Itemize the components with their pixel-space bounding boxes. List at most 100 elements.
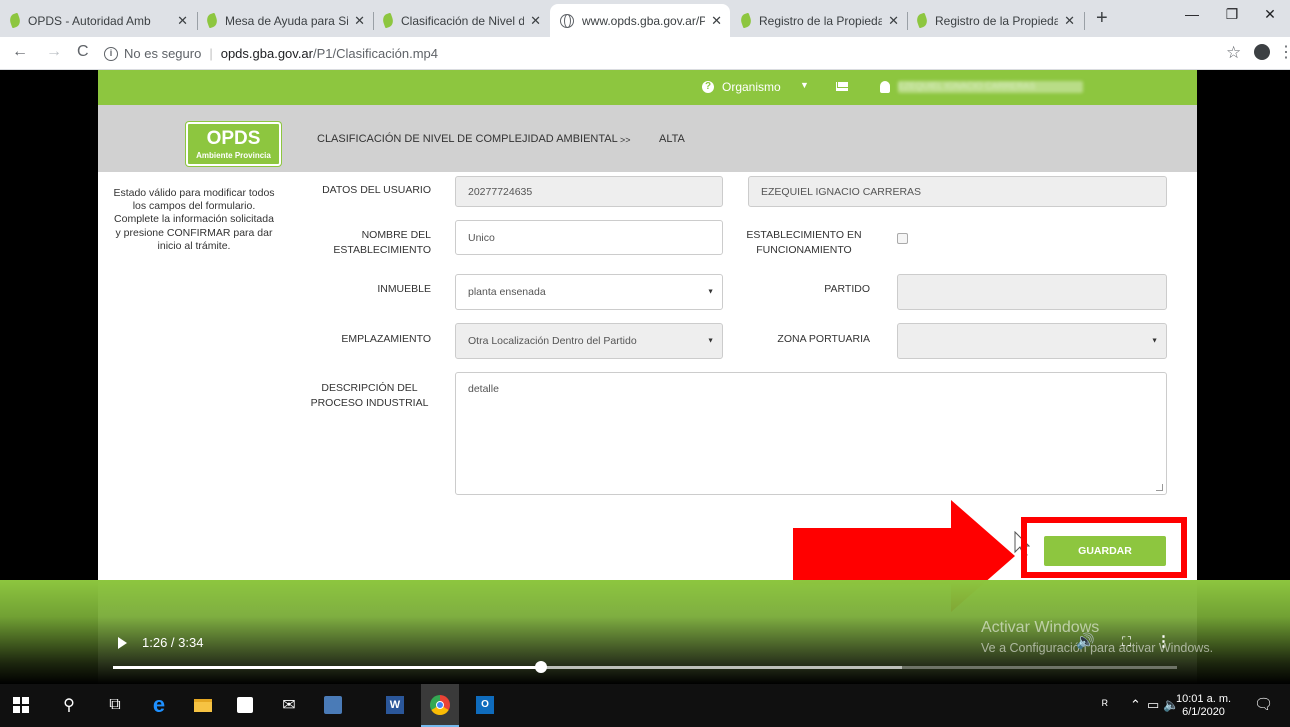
partido-label: PARTIDO	[824, 283, 870, 295]
leaf-icon	[8, 12, 22, 29]
tab-title: Registro de la Propieda	[759, 13, 883, 28]
browser-tab-active[interactable]: www.opds.gba.gov.ar/P ✕	[550, 4, 730, 37]
nombre-establecimiento-label: NOMBRE DEL ESTABLECIMIENTO	[333, 229, 431, 256]
fullscreen-icon[interactable]: ⛶	[1122, 634, 1131, 650]
emplazamiento-label: EMPLAZAMIENTO	[341, 333, 431, 345]
resize-handle-icon[interactable]	[1156, 484, 1163, 491]
volume-icon[interactable]: 🔊	[1076, 632, 1095, 650]
close-icon[interactable]: ✕	[354, 13, 365, 29]
breadcrumb-separator: >>	[620, 135, 631, 145]
browser-tab[interactable]: Clasificación de Nivel d ✕	[373, 4, 549, 37]
taskbar-clock[interactable]: 10:01 a. m. 6/1/2020	[1176, 693, 1231, 719]
close-icon[interactable]: ✕	[530, 13, 541, 29]
leaf-icon	[739, 12, 753, 29]
tab-title: Clasificación de Nivel d	[401, 13, 525, 28]
tab-title: www.opds.gba.gov.ar/P	[582, 13, 706, 28]
user-name-field: EZEQUIEL IGNACIO CARRERAS	[748, 176, 1167, 207]
close-icon[interactable]: ✕	[1064, 13, 1075, 29]
task-view-icon[interactable]: ⧉	[102, 692, 128, 718]
zona-portuaria-select[interactable]: ▼	[897, 323, 1167, 359]
window-close-icon[interactable]: ✕	[1258, 6, 1282, 23]
more-options-icon[interactable]: ⋮	[1156, 632, 1171, 650]
outlook-icon[interactable]: O	[472, 692, 498, 718]
tab-title: OPDS - Autoridad Amb	[28, 13, 151, 28]
windows-start-icon[interactable]	[8, 692, 34, 718]
leaf-icon	[381, 12, 395, 29]
video-time: 1:26 / 3:34	[142, 635, 204, 650]
minimize-icon[interactable]: —	[1180, 6, 1204, 22]
app-icon[interactable]	[320, 692, 346, 718]
clock-date: 6/1/2020	[1182, 706, 1225, 718]
bookmark-star-icon[interactable]: ☆	[1226, 43, 1241, 63]
caret-down-icon: ▼	[707, 288, 714, 296]
restore-icon[interactable]: ❐	[1220, 6, 1244, 23]
file-explorer-icon[interactable]	[190, 692, 216, 718]
breadcrumb-current: ALTA	[659, 133, 685, 145]
logo-text: OPDS	[206, 128, 261, 149]
en-funcionamiento-label: ESTABLECIMIENTO EN FUNCIONAMIENTO	[746, 229, 862, 256]
zona-portuaria-label: ZONA PORTUARIA	[777, 333, 870, 345]
people-icon[interactable]: ᴿ	[1102, 697, 1108, 712]
partido-field	[897, 274, 1167, 310]
breadcrumb-section: CLASIFICACIÓN DE NIVEL DE COMPLEJIDAD AM…	[317, 133, 618, 145]
chrome-icon[interactable]	[427, 692, 453, 718]
opds-logo[interactable]: OPDS Ambiente Provincia	[186, 122, 281, 166]
browser-tab[interactable]: OPDS - Autoridad Amb ✕	[0, 4, 196, 37]
cuit-field: 20277724635	[455, 176, 723, 207]
help-text: Estado válido para modificar todos los c…	[113, 187, 275, 252]
close-icon[interactable]: ✕	[177, 13, 188, 29]
close-icon[interactable]: ✕	[711, 13, 722, 29]
organismo-menu[interactable]: Organismo	[722, 80, 781, 94]
browser-toolbar: ← → C i No es seguro | opds.gba.gov.ar/P…	[0, 37, 1290, 70]
url-host: opds.gba.gov.ar	[220, 46, 313, 61]
account-avatar-icon[interactable]	[1254, 44, 1270, 60]
browser-tab[interactable]: Registro de la Propieda ✕	[907, 4, 1083, 37]
play-icon[interactable]	[118, 637, 127, 649]
activate-windows-subtitle: Ve a Configuración para activar Windows.	[981, 641, 1214, 655]
descripcion-label: DESCRIPCIÓN DEL PROCESO INDUSTRIAL	[310, 382, 429, 409]
browser-tab-strip: OPDS - Autoridad Amb ✕ Mesa de Ayuda par…	[0, 0, 1290, 37]
url-path: /P1/Clasificación.mp4	[313, 46, 438, 61]
forward-arrow-icon[interactable]: →	[46, 43, 62, 61]
store-icon[interactable]	[232, 692, 258, 718]
emplazamiento-select[interactable]: Otra Localización Dentro del Partido ▼	[455, 323, 723, 359]
word-icon[interactable]: W	[382, 692, 408, 718]
browser-tab[interactable]: Registro de la Propieda ✕	[731, 4, 907, 37]
user-icon	[880, 81, 890, 93]
globe-icon	[560, 13, 574, 28]
video-scrubber-handle[interactable]	[535, 661, 547, 673]
search-icon[interactable]: ⚲	[56, 692, 82, 718]
notifications-icon[interactable]: 🗨	[1254, 695, 1273, 713]
new-tab-button[interactable]: +	[1096, 8, 1108, 28]
network-icon[interactable]: ▭	[1147, 697, 1159, 713]
browser-menu-icon[interactable]: ⋮	[1278, 42, 1290, 62]
close-icon[interactable]: ✕	[888, 13, 899, 29]
user-menu[interactable]: EZEQUIEL IGNACIO CARRERAS	[898, 81, 1083, 93]
mail-icon[interactable]	[836, 82, 848, 91]
inmueble-select[interactable]: planta ensenada ▼	[455, 274, 723, 310]
tab-title: Registro de la Propieda	[935, 13, 1059, 28]
clock-time: 10:01 a. m.	[1176, 693, 1232, 705]
chevron-up-icon[interactable]: ⌃	[1130, 697, 1141, 713]
browser-tab[interactable]: Mesa de Ayuda para Si ✕	[197, 4, 373, 37]
mail-app-icon[interactable]: ✉	[276, 692, 302, 718]
video-played-bar	[113, 666, 541, 669]
security-label: No es seguro	[124, 46, 202, 61]
caret-down-icon: ▼	[707, 337, 714, 345]
address-bar[interactable]: i No es seguro | opds.gba.gov.ar/P1/Clas…	[104, 41, 1216, 66]
red-highlight-box	[1021, 517, 1187, 578]
caret-down-icon: ▼	[1151, 337, 1158, 345]
emplazamiento-value: Otra Localización Dentro del Partido	[468, 335, 637, 347]
reload-icon[interactable]: C	[77, 43, 89, 61]
leaf-icon	[205, 12, 219, 29]
logo-subtext: Ambiente Provincia	[196, 151, 271, 160]
en-funcionamiento-checkbox[interactable]	[897, 233, 908, 244]
edge-browser-icon[interactable]: e	[146, 692, 172, 718]
help-icon[interactable]: ?	[702, 81, 714, 93]
caret-down-icon: ▼	[800, 80, 809, 90]
descripcion-textarea[interactable]: detalle	[455, 372, 1167, 495]
info-icon[interactable]: i	[104, 46, 118, 61]
nombre-establecimiento-input[interactable]: Unico	[455, 220, 723, 255]
back-arrow-icon[interactable]: ←	[12, 43, 28, 61]
datos-usuario-label: DATOS DEL USUARIO	[322, 184, 431, 196]
